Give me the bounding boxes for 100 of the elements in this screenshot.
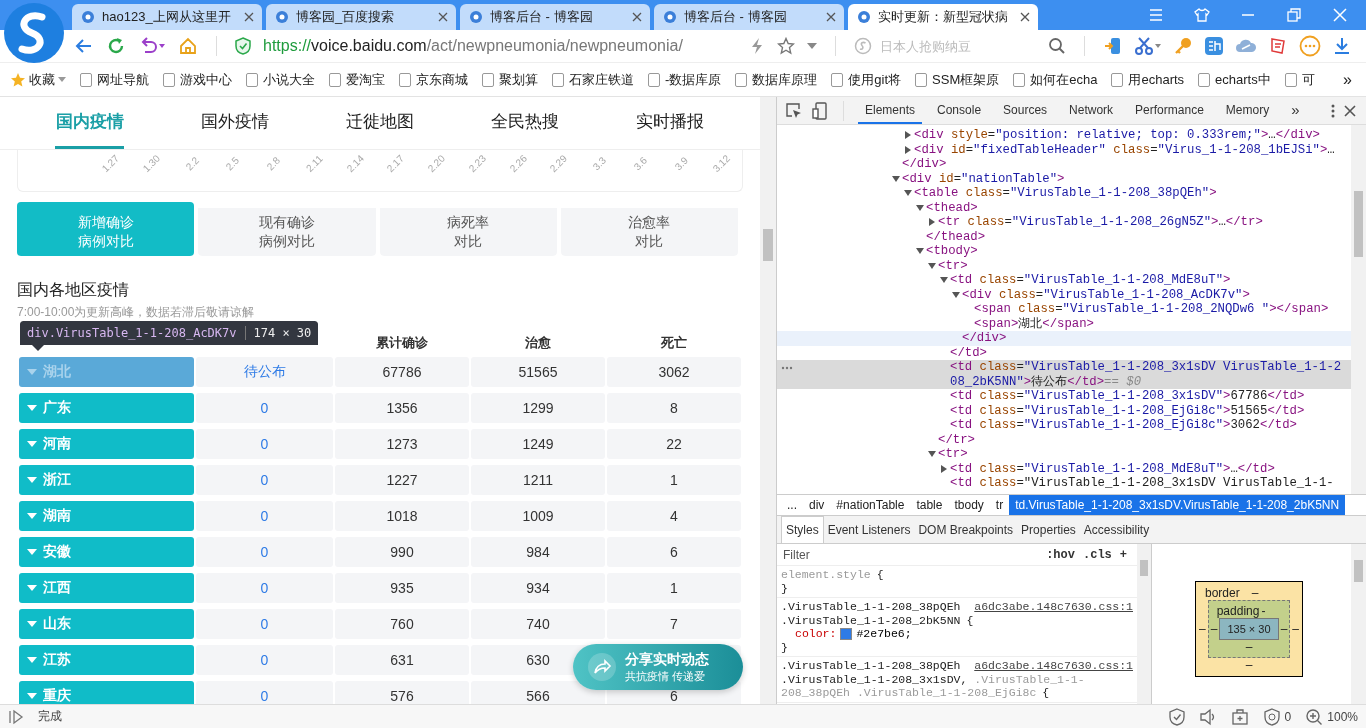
bookmark-link[interactable]: 可	[1282, 70, 1315, 89]
scrollbar[interactable]	[760, 97, 776, 704]
shield-icon[interactable]	[235, 37, 251, 55]
scrollbar[interactable]	[1351, 125, 1366, 494]
dom-node-line[interactable]: <td class="VirusTable_1-1-208_EjGi8c">3062</td>	[950, 418, 1297, 433]
dom-node-line[interactable]: </div>	[962, 331, 1007, 346]
dom-node-line[interactable]: <td class="VirusTable_1-1-208_EjGi8c">51565</td>	[950, 403, 1305, 418]
close-icon[interactable]	[826, 12, 836, 22]
kebab-menu-icon[interactable]	[1330, 102, 1336, 119]
dom-node-line[interactable]: <span>湖北</span>	[974, 316, 1094, 331]
dom-node-line[interactable]: <tr>	[938, 258, 968, 273]
bookmark-link[interactable]: 网址导航	[78, 70, 149, 89]
source-link[interactable]: a6dc3abe.148c7630.css:1	[974, 600, 1133, 614]
filter-toggle-button[interactable]: +	[1119, 547, 1127, 562]
search-icon[interactable]	[1048, 37, 1066, 55]
devtools-tab[interactable]: Memory	[1218, 97, 1277, 124]
dom-node-line[interactable]: </td>	[950, 345, 987, 360]
close-icon[interactable]	[632, 12, 642, 22]
download-icon[interactable]	[1332, 36, 1352, 56]
breadcrumb-item[interactable]: #nationTable	[830, 495, 911, 515]
dom-node-line[interactable]: <tr class="VirusTable_1-1-208_26gN5Z">…</tr>	[938, 215, 1263, 230]
dom-node-line[interactable]: <div style="position: relative; top: 0.333rem;">…</div>	[914, 128, 1320, 143]
zoom-icon[interactable]	[1305, 707, 1324, 726]
ad-block-icon[interactable]	[1262, 707, 1281, 726]
close-icon[interactable]	[244, 12, 254, 22]
star-icon[interactable]	[777, 37, 795, 55]
source-link[interactable]: a6dc3abe.148c7630.css:1	[974, 659, 1133, 673]
dom-node-line[interactable]: </tr>	[938, 432, 975, 447]
filter-toggle-button[interactable]: .cls	[1083, 547, 1112, 562]
bookmark-link[interactable]: 数据库原理	[733, 70, 818, 89]
browser-logo-icon[interactable]	[2, 1, 66, 65]
nav-tab[interactable]: 实时播报	[597, 97, 743, 149]
dom-node-line[interactable]: </div>	[902, 157, 947, 172]
breadcrumb-item[interactable]: tr	[989, 495, 1010, 515]
caret-icon[interactable]	[807, 43, 817, 49]
devtools-tab[interactable]: Console	[930, 97, 989, 124]
sidebar-toggle-icon[interactable]	[8, 708, 24, 725]
restore-icon[interactable]	[1286, 7, 1302, 23]
expand-arrow-icon[interactable]	[928, 261, 936, 270]
bookmark-link[interactable]: 小说大全	[244, 70, 315, 89]
expand-arrow-icon[interactable]	[904, 131, 912, 140]
dom-node-line[interactable]: <div class="VirusTable_1-1-208_AcDK7v">	[962, 287, 1250, 302]
toolbox-icon[interactable]	[1230, 707, 1249, 726]
devtools-tab[interactable]: Network	[1062, 97, 1121, 124]
browser-tab[interactable]: 实时更新：新型冠状病	[848, 4, 1038, 30]
scissors-icon[interactable]	[1134, 36, 1162, 56]
search-field[interactable]: 日本人抢购纳豆	[878, 37, 1042, 55]
filter-field[interactable]: Filter	[781, 546, 1039, 563]
expand-arrow-icon[interactable]	[928, 218, 936, 227]
bookmark-link[interactable]: 用echarts	[1109, 70, 1185, 89]
zoom-level[interactable]: 100%	[1327, 709, 1358, 724]
nav-tab[interactable]: 国外疫情	[162, 97, 308, 149]
more-bookmarks-button[interactable]: »	[1343, 70, 1352, 89]
dom-node-line[interactable]: <div id="fixedTableHeader" class="Virus_1-1-208_1bEJSi">…	[914, 142, 1335, 157]
bookmark-link[interactable]: 收藏	[10, 70, 66, 89]
devtools-tab[interactable]: Elements	[858, 97, 923, 124]
dom-node-line[interactable]: <tr>	[938, 447, 968, 462]
menu-icon[interactable]	[1148, 7, 1164, 23]
shield-icon[interactable]	[1168, 707, 1185, 726]
dom-node-line[interactable]: <td class="VirusTable_1-1-208_3x1sDV">67786</td>	[950, 389, 1305, 404]
bookmark-link[interactable]: 爱淘宝	[327, 70, 385, 89]
dom-node-line[interactable]: <table class="VirusTable_1-1-208_38pQEh">	[914, 186, 1217, 201]
expand-arrow-icon[interactable]	[916, 247, 924, 256]
bookmark-link[interactable]: SSM框架原	[913, 70, 1000, 89]
bookmark-link[interactable]: -数据库原	[646, 70, 722, 89]
styles-tab[interactable]: DOM Breakpoints	[914, 516, 1018, 543]
styles-tab[interactable]: Properties	[1017, 516, 1080, 543]
bookmark-link[interactable]: 聚划算	[480, 70, 538, 89]
dom-node-line[interactable]: <td class="VirusTable_1-1-208_MdE8uT">	[950, 273, 1231, 288]
expand-arrow-icon[interactable]	[940, 464, 948, 473]
expand-arrow-icon[interactable]	[940, 276, 948, 285]
devtools-tab[interactable]: Performance	[1128, 97, 1211, 124]
nav-tab[interactable]: 全民热搜	[452, 97, 598, 149]
expand-arrow-icon[interactable]	[904, 145, 912, 154]
styles-tab[interactable]: Event Listeners	[823, 516, 915, 543]
scrollbar[interactable]	[1351, 544, 1366, 704]
inspect-icon[interactable]	[785, 101, 803, 120]
browser-tab[interactable]: 博客园_百度搜索	[266, 4, 456, 30]
more-icon[interactable]	[781, 366, 793, 370]
refresh-icon[interactable]	[106, 36, 126, 56]
expand-arrow-icon[interactable]	[892, 174, 900, 183]
filter-toggle-button[interactable]: :hov	[1046, 547, 1075, 562]
dom-node-line[interactable]: <td class="VirusTable_1-1-208_3x1sDV VirusTable_1-1-	[950, 476, 1334, 491]
close-icon[interactable]	[1020, 12, 1030, 22]
shirt-icon[interactable]	[1194, 7, 1210, 23]
scrollbar[interactable]	[1137, 544, 1152, 704]
browser-tab[interactable]: hao123_上网从这里开	[72, 4, 262, 30]
dom-node-line[interactable]: <thead>	[926, 200, 978, 215]
close-icon[interactable]	[1344, 104, 1356, 117]
expand-arrow-icon[interactable]	[952, 290, 960, 299]
breadcrumb-item[interactable]: ...	[781, 495, 803, 515]
more-tabs-button[interactable]: »	[1284, 97, 1307, 124]
bookmark-link[interactable]: 京东商城	[397, 70, 468, 89]
devtools-tab[interactable]: Sources	[996, 97, 1055, 124]
expand-arrow-icon[interactable]	[904, 189, 912, 198]
dom-node-line[interactable]: <tbody>	[926, 244, 978, 259]
nav-tab[interactable]: 迁徙地图	[307, 97, 453, 149]
bookmark-link[interactable]: 如何在echa	[1011, 70, 1098, 89]
dom-node-line[interactable]: <span class="VirusTable_1-1-208_2NQDw6 "></span>	[974, 302, 1329, 317]
lightning-icon[interactable]	[749, 37, 765, 55]
